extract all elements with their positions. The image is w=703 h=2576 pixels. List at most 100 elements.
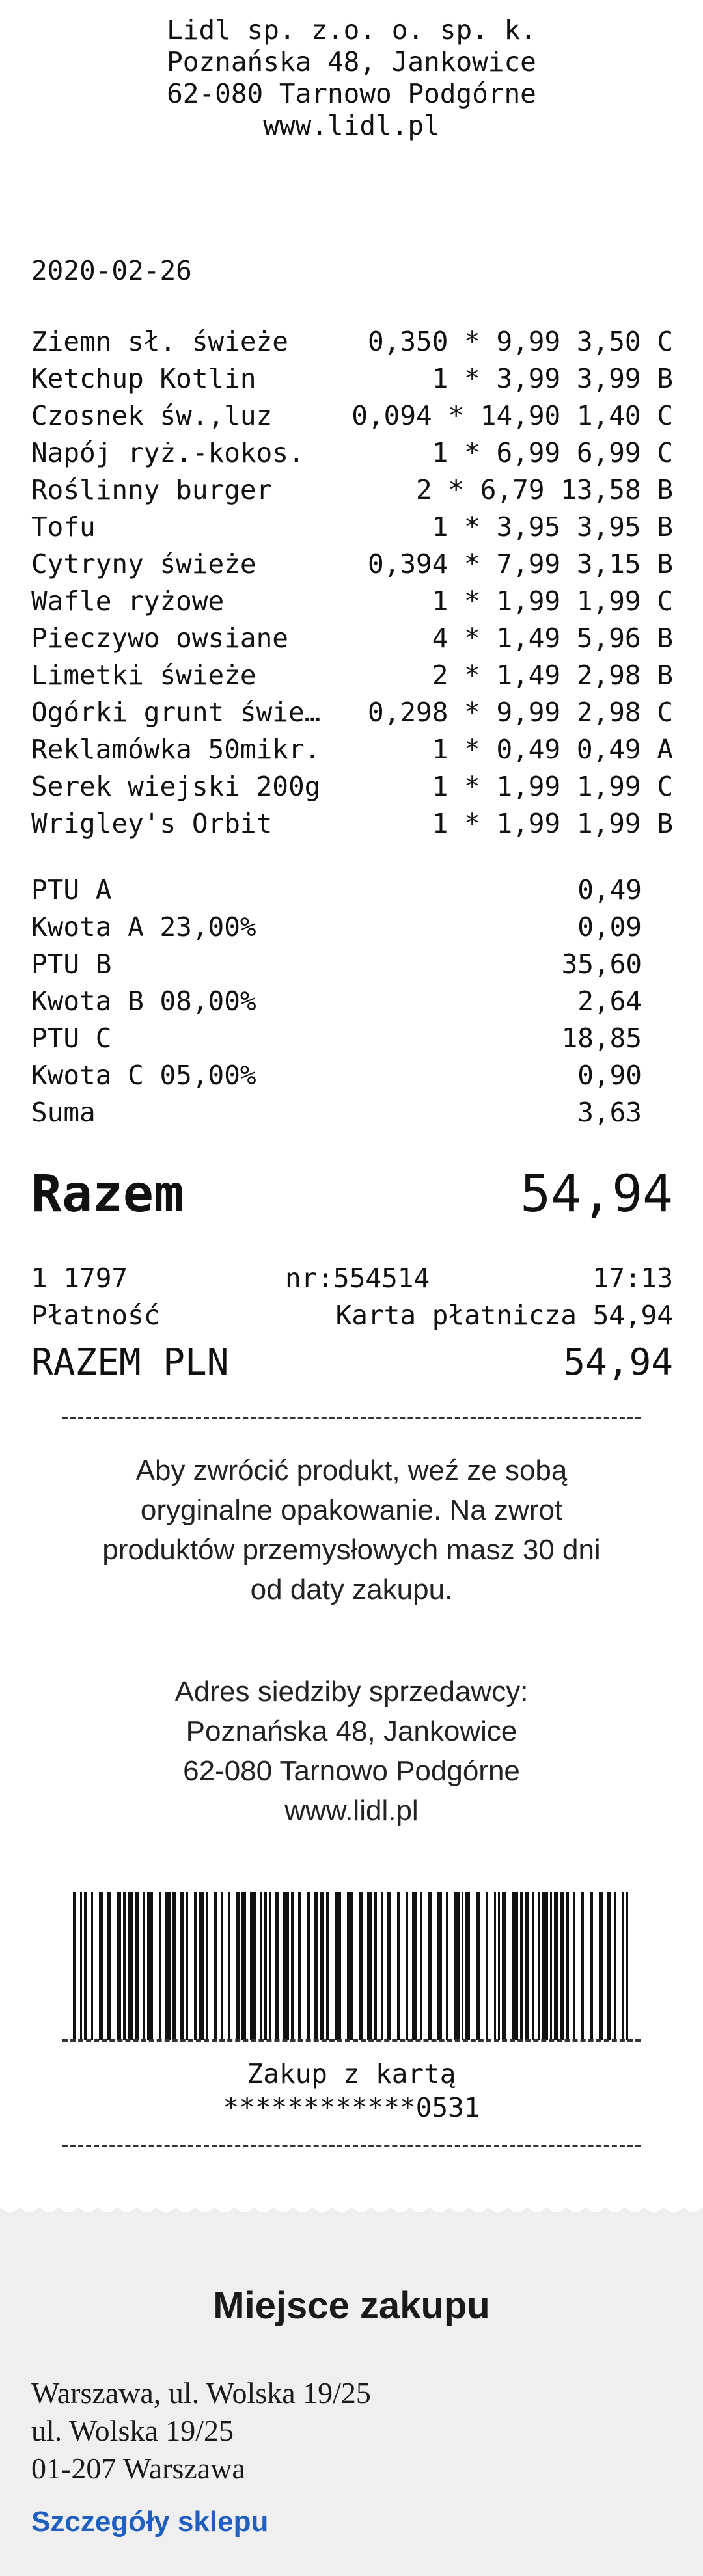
barcode-bar <box>381 1892 383 2040</box>
store-details-link[interactable]: Szczegóły sklepu <box>31 2506 268 2538</box>
total-value: 54,94 <box>520 1165 673 1224</box>
seller-address: Adres siedziby sprzedawcy: Poznańska 48,… <box>0 1672 703 1831</box>
barcode-bar <box>291 1892 294 2040</box>
item-price: 1,99 <box>496 585 561 617</box>
barcode-bar <box>446 1892 448 2040</box>
tax-value: 0,09 <box>577 911 642 943</box>
item-calculation: 1 * 0,49 0,49 A <box>432 734 673 765</box>
barcode-bar <box>502 1892 506 2040</box>
tax-label: Kwota C 05,00% <box>31 1060 256 1091</box>
item-tax-code: B <box>657 511 673 543</box>
barcode-bar <box>117 1892 121 2040</box>
barcode-bar <box>590 1892 593 2040</box>
barcode-bar <box>135 1892 139 2040</box>
store-address-line: Warszawa, ul. Wolska 19/25 <box>31 2376 371 2409</box>
card-label: Zakup z kartą <box>247 2058 456 2089</box>
barcode-bar <box>512 1892 518 2040</box>
barcode-bar <box>180 1892 184 2040</box>
return-notice: Aby zwrócić produkt, weź ze sobą orygina… <box>0 1451 703 1609</box>
barcode-bar <box>397 1892 400 2040</box>
tax-row: Kwota C 05,00% 0,90 <box>31 1057 642 1094</box>
item-tax-code: B <box>657 548 673 580</box>
tax-value: 0,49 <box>577 874 642 906</box>
store-address-line: 01-207 Warszawa <box>31 2452 245 2485</box>
tax-value: 35,60 <box>561 948 642 980</box>
item-total: 13,58 <box>560 474 641 505</box>
item-row: Wafle ryżowe 1 * 1,99 1,99 C <box>31 583 673 620</box>
barcode-bar <box>550 1892 552 2040</box>
tax-label: PTU A <box>31 874 112 906</box>
item-name: Tofu <box>31 511 96 543</box>
barcode-bar <box>437 1892 442 2040</box>
barcode-bar <box>476 1892 480 2040</box>
item-calculation: 2 * 6,79 13,58 B <box>416 474 673 505</box>
tax-label: PTU C <box>31 1023 112 1054</box>
seller-address-line: 62-080 Tarnowo Podgórne <box>183 1755 520 1787</box>
return-notice-line: Aby zwrócić produkt, weź ze sobą <box>135 1455 568 1486</box>
return-notice-line: oryginalne opakowanie. Na zwrot <box>140 1494 563 1526</box>
item-row: Napój ryż.-kokos. 1 * 6,99 6,99 C <box>31 435 673 472</box>
item-name: Wafle ryżowe <box>31 585 225 617</box>
item-qty: 1 <box>432 437 448 468</box>
barcode-bar <box>147 1892 153 2040</box>
barcode-bar <box>465 1892 470 2040</box>
barcode-bar <box>241 1892 246 2040</box>
divider <box>62 2145 641 2147</box>
item-name: Ogórki grunt świe… <box>31 697 321 728</box>
barcode-bar <box>359 1892 363 2040</box>
tax-row: PTU A 0,49 <box>31 872 642 909</box>
barcode-bar <box>494 1892 496 2040</box>
barcode-bar <box>269 1892 271 2040</box>
tax-row: Suma 3,63 <box>31 1094 642 1131</box>
barcode-bar <box>326 1892 329 2040</box>
barcode-bar <box>454 1892 460 2040</box>
barcode-bar <box>525 1892 529 2040</box>
company-name: Lidl sp. z.o. o. sp. k. <box>167 14 536 46</box>
item-name: Roślinny burger <box>31 474 273 505</box>
item-price: 1,99 <box>496 771 561 802</box>
item-calculation: 1 * 1,99 1,99 C <box>432 771 673 802</box>
barcode-bar <box>73 1892 76 2040</box>
barcode-bar <box>275 1892 279 2040</box>
tax-value: 0,90 <box>577 1060 642 1091</box>
item-price: 1,99 <box>496 808 561 839</box>
barcode-bar <box>221 1892 223 2040</box>
barcode-bar <box>84 1892 87 2040</box>
barcode-bar <box>194 1892 197 2040</box>
barcode-bar <box>614 1892 616 2040</box>
item-qty: 2 <box>432 660 448 691</box>
receipt-tear-edge <box>0 2199 703 2212</box>
item-total: 0,49 <box>576 734 641 765</box>
item-price: 3,99 <box>496 363 561 394</box>
item-tax-code: A <box>657 734 673 765</box>
item-name: Reklamówka 50mikr. <box>31 734 321 765</box>
item-name: Limetki świeże <box>31 660 256 691</box>
payment-method: Karta płatnicza 54,94 <box>335 1300 673 1331</box>
item-tax-code: C <box>657 585 673 617</box>
barcode-bar <box>420 1892 422 2040</box>
item-total: 6,99 <box>576 437 641 468</box>
receipt-date: 2020-02-26 <box>31 255 192 286</box>
item-row: Ogórki grunt świe… 0,298 * 9,99 2,98 C <box>31 694 673 731</box>
barcode-bar <box>320 1892 324 2040</box>
item-price: 1,49 <box>496 623 561 654</box>
barcode-bar <box>143 1892 145 2040</box>
barcode <box>73 1892 628 2040</box>
item-total: 5,96 <box>576 623 641 654</box>
item-tax-code: C <box>657 697 673 728</box>
barcode-bar <box>498 1892 500 2040</box>
barcode-bar <box>128 1892 133 2040</box>
company-street: Poznańska 48, Jankowice <box>167 46 536 77</box>
total-pln-label: RAZEM PLN <box>31 1341 229 1384</box>
barcode-bar <box>250 1892 256 2040</box>
item-row: Serek wiejski 200g 1 * 1,99 1,99 C <box>31 768 673 805</box>
barcode-bar <box>532 1892 534 2040</box>
barcode-bar <box>599 1892 603 2040</box>
barcode-bar <box>374 1892 377 2040</box>
item-qty: 1 <box>432 585 448 617</box>
barcode-bar <box>542 1892 548 2040</box>
tax-row: Kwota A 23,00% 0,09 <box>31 909 642 946</box>
tax-row: Kwota B 08,00% 2,64 <box>31 983 642 1020</box>
transaction-number: nr:554514 <box>285 1263 430 1294</box>
item-tax-code: C <box>657 771 673 802</box>
